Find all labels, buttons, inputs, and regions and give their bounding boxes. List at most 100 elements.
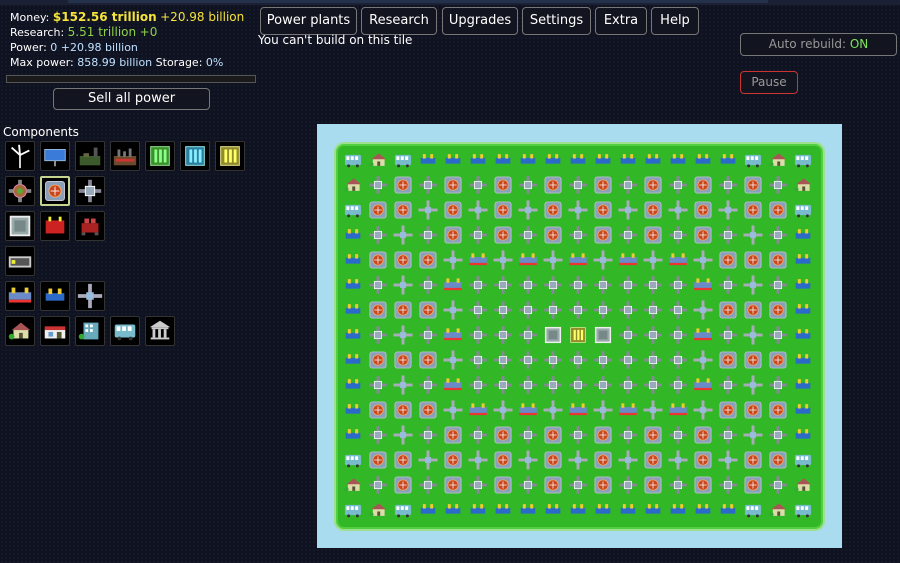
map-tile-crosspipe-icon[interactable] bbox=[592, 249, 614, 271]
map-tile-crosspipe-icon[interactable] bbox=[442, 249, 464, 271]
map-tile-reactor-cell-icon[interactable] bbox=[492, 424, 514, 446]
map-tile-crosspipe-icon[interactable] bbox=[667, 449, 689, 471]
map-tile-crosspipe-icon[interactable] bbox=[717, 199, 739, 221]
map-tile-pipe-cross-icon[interactable] bbox=[617, 424, 639, 446]
map-tile-pipe-cross-icon[interactable] bbox=[767, 424, 789, 446]
map-tile-reactor-cell-icon[interactable] bbox=[692, 174, 714, 196]
map-tile-pipe-cross-icon[interactable] bbox=[767, 474, 789, 496]
map-tile-reactor-cell-icon[interactable] bbox=[442, 449, 464, 471]
map-tile-heat-exchanger-small-icon[interactable] bbox=[342, 374, 364, 396]
map-tile-heat-exchanger-small-icon[interactable] bbox=[792, 424, 814, 446]
map-tile-reactor-cell-icon[interactable] bbox=[442, 474, 464, 496]
map-tile-pipe-cross-icon[interactable] bbox=[517, 299, 539, 321]
shop-icon[interactable] bbox=[40, 316, 70, 346]
map-tile-heat-exchanger-small-icon[interactable] bbox=[667, 499, 689, 521]
map-tile-heat-exchanger-small-icon[interactable] bbox=[517, 499, 539, 521]
map-tile-pipe-cross-icon[interactable] bbox=[417, 274, 439, 296]
map-tile-reactor-cell-icon[interactable] bbox=[542, 224, 564, 246]
map-tile-reactor-cell-icon[interactable] bbox=[742, 449, 764, 471]
map-tile-heat-exchanger-small-icon[interactable] bbox=[342, 299, 364, 321]
map-tile-reactor-cell-icon[interactable] bbox=[392, 349, 414, 371]
map-tile-heat-exchanger-small-icon[interactable] bbox=[792, 224, 814, 246]
map-tile-reactor-cell-icon[interactable] bbox=[542, 424, 564, 446]
map-tile-pipe-cross-icon[interactable] bbox=[592, 374, 614, 396]
heat-exchanger-small-icon[interactable] bbox=[40, 281, 70, 311]
map-tile-bus-icon[interactable] bbox=[792, 499, 814, 521]
auto-rebuild-toggle[interactable]: Auto rebuild: ON bbox=[740, 33, 897, 56]
map-tile-pipe-cross-icon[interactable] bbox=[567, 224, 589, 246]
map-tile-bus-icon[interactable] bbox=[342, 499, 364, 521]
map-tile-house-icon[interactable] bbox=[367, 499, 389, 521]
map-tile-pipe-cross-icon[interactable] bbox=[667, 324, 689, 346]
map-tile-pipe-cross-icon[interactable] bbox=[517, 324, 539, 346]
map-tile-reactor-cell-icon[interactable] bbox=[742, 474, 764, 496]
map-tile-heat-exchanger-small-icon[interactable] bbox=[442, 149, 464, 171]
map-tile-pipe-cross-icon[interactable] bbox=[367, 324, 389, 346]
map-tile-heat-exchanger-small-icon[interactable] bbox=[467, 149, 489, 171]
wind-turbine-icon[interactable] bbox=[5, 141, 35, 171]
map-tile-pipe-cross-icon[interactable] bbox=[667, 224, 689, 246]
map-tile-reactor-cell-icon[interactable] bbox=[592, 474, 614, 496]
map-tile-reactor-cell-icon[interactable] bbox=[592, 174, 614, 196]
map-tile-reactor-cell-icon[interactable] bbox=[742, 299, 764, 321]
map-tile-house-icon[interactable] bbox=[767, 149, 789, 171]
house-icon[interactable] bbox=[5, 316, 35, 346]
map-tile-pipe-cross-icon[interactable] bbox=[417, 324, 439, 346]
map-tile-house-icon[interactable] bbox=[792, 474, 814, 496]
pipe-cross-icon[interactable] bbox=[75, 176, 105, 206]
map-tile-pipe-cross-icon[interactable] bbox=[617, 349, 639, 371]
map-tile-heat-exchanger-small-icon[interactable] bbox=[342, 324, 364, 346]
map-tile-heat-exchanger-small-icon[interactable] bbox=[542, 499, 564, 521]
map-tile-crosspipe-icon[interactable] bbox=[542, 399, 564, 421]
map-tile-reactor-cell-icon[interactable] bbox=[692, 424, 714, 446]
map-tile-reactor-cell-icon[interactable] bbox=[767, 249, 789, 271]
map-tile-heat-exchanger-small-icon[interactable] bbox=[642, 499, 664, 521]
map-tile-pipe-cross-icon[interactable] bbox=[467, 299, 489, 321]
map-tile-house-icon[interactable] bbox=[342, 174, 364, 196]
map-tile-heat-exchanger-small-icon[interactable] bbox=[342, 399, 364, 421]
map-tile-heat-exchanger-small-icon[interactable] bbox=[492, 149, 514, 171]
map-tile-crosspipe-icon[interactable] bbox=[742, 424, 764, 446]
map-tile-crosspipe-icon[interactable] bbox=[392, 324, 414, 346]
solar-panel-icon[interactable] bbox=[40, 141, 70, 171]
map-tile-crosspipe-icon[interactable] bbox=[492, 249, 514, 271]
map-tile-house-icon[interactable] bbox=[342, 474, 364, 496]
tab-research[interactable]: Research bbox=[361, 7, 437, 35]
map-tile-crosspipe-icon[interactable] bbox=[567, 199, 589, 221]
map-tile-bus-icon[interactable] bbox=[342, 149, 364, 171]
map-tile-pipe-cross-icon[interactable] bbox=[717, 274, 739, 296]
map-tile-pipe-cross-icon[interactable] bbox=[617, 374, 639, 396]
map-tile-pipe-cross-icon[interactable] bbox=[367, 274, 389, 296]
map-tile-crosspipe-icon[interactable] bbox=[617, 199, 639, 221]
map-tile-reactor-cell-icon[interactable] bbox=[592, 199, 614, 221]
map-tile-pipe-cross-icon[interactable] bbox=[642, 374, 664, 396]
map-tile-crosspipe-icon[interactable] bbox=[692, 299, 714, 321]
map-tile-pipe-cross-icon[interactable] bbox=[617, 274, 639, 296]
map-tile-pipe-cross-icon[interactable] bbox=[617, 324, 639, 346]
map-tile-pipe-cross-icon[interactable] bbox=[642, 349, 664, 371]
map-tile-heat-exchanger-icon[interactable] bbox=[692, 274, 714, 296]
map-tile-reactor-cell-icon[interactable] bbox=[367, 449, 389, 471]
map-tile-heat-exchanger-small-icon[interactable] bbox=[792, 274, 814, 296]
map-tile-heat-exchanger-small-icon[interactable] bbox=[792, 349, 814, 371]
map-tile-heat-exchanger-icon[interactable] bbox=[692, 324, 714, 346]
map-tile-reactor-cell-icon[interactable] bbox=[767, 449, 789, 471]
map-tile-reactor-cell-icon[interactable] bbox=[592, 424, 614, 446]
map-tile-pipe-cross-icon[interactable] bbox=[467, 424, 489, 446]
map-tile-heat-exchanger-small-icon[interactable] bbox=[342, 224, 364, 246]
map-tile-pipe-cross-icon[interactable] bbox=[492, 374, 514, 396]
office-icon[interactable] bbox=[75, 316, 105, 346]
map-tile-pipe-cross-icon[interactable] bbox=[667, 474, 689, 496]
red-bot-icon[interactable] bbox=[75, 211, 105, 241]
map-tile-reactor-cell-icon[interactable] bbox=[692, 474, 714, 496]
map-tile-reactor-cell-icon[interactable] bbox=[442, 199, 464, 221]
map-tile-crosspipe-icon[interactable] bbox=[617, 449, 639, 471]
map-tile-bus-icon[interactable] bbox=[792, 149, 814, 171]
map-tile-crosspipe-icon[interactable] bbox=[442, 399, 464, 421]
factory-icon[interactable] bbox=[110, 141, 140, 171]
map-tile-reactor-cell-icon[interactable] bbox=[717, 249, 739, 271]
map-tile-crosspipe-icon[interactable] bbox=[467, 199, 489, 221]
map-tile-crosspipe-icon[interactable] bbox=[717, 449, 739, 471]
map-tile-heat-exchanger-small-icon[interactable] bbox=[342, 274, 364, 296]
sell-all-power-button[interactable]: Sell all power bbox=[53, 88, 210, 110]
